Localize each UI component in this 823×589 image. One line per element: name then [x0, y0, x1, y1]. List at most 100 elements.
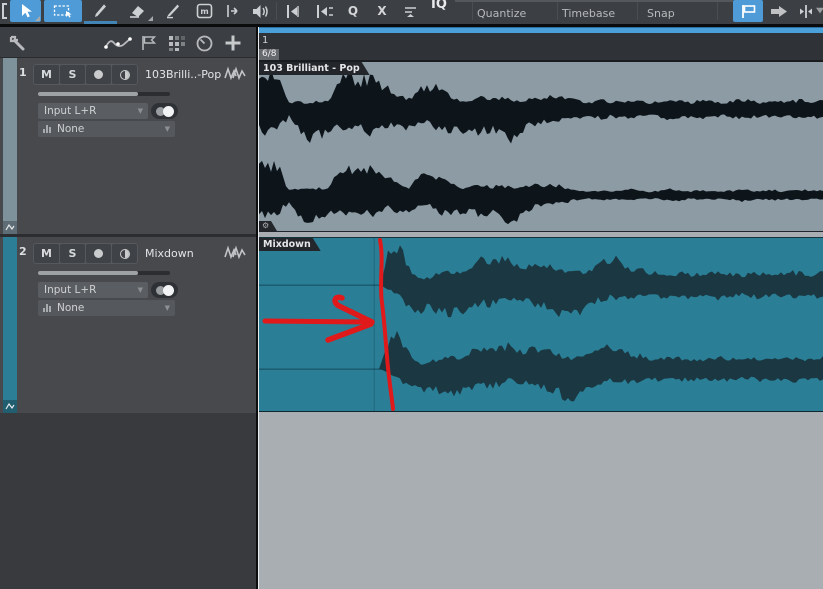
clock-icon[interactable]	[196, 35, 213, 56]
toolbar-separator	[472, 2, 473, 20]
stereo-toggle[interactable]	[151, 282, 178, 298]
solo-button[interactable]: S	[60, 244, 85, 263]
marker-flag-icon[interactable]	[140, 35, 157, 55]
track-number: 2	[19, 245, 27, 258]
volume-fill	[38, 92, 138, 96]
x-tool-glyph: X	[377, 4, 387, 18]
levels-icon	[43, 125, 51, 133]
paint-tool-button[interactable]	[85, 0, 116, 22]
bend-marker-right-button[interactable]	[312, 0, 338, 22]
track-button-group: M S	[33, 64, 138, 85]
edge-bracket-icon	[0, 0, 8, 22]
automation-badge-icon[interactable]	[3, 221, 17, 234]
record-arm-button[interactable]	[86, 244, 111, 263]
mute-tool-button[interactable]: m	[191, 0, 218, 22]
cutoff-dropdowns-strip	[455, 0, 733, 2]
insert-select-value: None	[57, 302, 85, 314]
quantize-tool-button[interactable]: Q	[341, 0, 365, 22]
quantize-dropdown-label[interactable]: Quantize	[477, 7, 526, 20]
main-toolbar: m Q X IQ Quantize Timebase Snap	[0, 0, 823, 25]
knife-tool-button[interactable]	[157, 0, 188, 22]
chevron-down-icon: ▼	[137, 107, 143, 115]
track-color-strip[interactable]	[3, 58, 17, 234]
track-number: 1	[19, 66, 27, 79]
studio-one-window: m Q X IQ Quantize Timebase Snap 1 M S 10…	[0, 0, 823, 589]
toolbar-separator	[276, 2, 277, 20]
eraser-tool-button[interactable]	[119, 0, 154, 22]
monitor-button[interactable]	[112, 244, 137, 263]
timeline-ruler[interactable]: 1 6/8	[259, 33, 823, 61]
track-header-2[interactable]: 2 M S Mixdown Input L+R ▼ None ▼	[0, 237, 256, 413]
insert-select[interactable]: None ▼	[38, 121, 175, 137]
track-header-1[interactable]: 1 M S 103Brilli..-Pop Input L+R ▼ None ▼	[0, 58, 256, 234]
wrench-icon[interactable]	[8, 34, 27, 56]
arrow-tool-button[interactable]	[10, 0, 41, 22]
solo-button[interactable]: S	[60, 65, 85, 84]
input-select[interactable]: Input L+R ▼	[38, 282, 148, 298]
monitor-icon	[119, 248, 130, 259]
chevron-down-icon: ▼	[137, 286, 143, 294]
toolbar-separator	[717, 2, 718, 20]
insert-select-value: None	[57, 123, 85, 135]
volume-slider[interactable]	[38, 271, 170, 275]
bar-number-label: 1	[262, 35, 269, 46]
layers-grid-icon[interactable]	[168, 35, 186, 55]
waveform-view-icon[interactable]	[224, 66, 246, 85]
automation-badge-icon[interactable]	[3, 400, 17, 413]
track-button-group: M S	[33, 243, 138, 264]
insert-select[interactable]: None ▼	[38, 300, 175, 316]
input-select[interactable]: Input L+R ▼	[38, 103, 148, 119]
tool-variant-corner	[35, 16, 40, 21]
input-select-value: Input L+R	[44, 105, 97, 117]
record-arm-button[interactable]	[86, 65, 111, 84]
monitor-icon	[119, 69, 130, 80]
add-track-icon[interactable]	[224, 34, 242, 56]
timestretch-button[interactable]	[794, 0, 818, 22]
waveform-track-1	[259, 69, 823, 225]
track-color-strip[interactable]	[3, 237, 17, 413]
levels-icon	[43, 304, 51, 312]
iq-label: IQ	[431, 0, 447, 12]
crossfade-tool-button[interactable]: X	[370, 0, 394, 22]
track-name[interactable]: Mixdown	[145, 247, 194, 260]
arrange-left-edge	[258, 27, 259, 589]
automation-icon[interactable]	[104, 36, 134, 55]
arrange-view[interactable]: 1 6/8 103 Brilliant - Pop ⚙ Mixdown	[259, 27, 823, 589]
waveform-view-icon[interactable]	[224, 245, 246, 264]
snap-dropdown-label[interactable]: Snap	[647, 7, 675, 20]
range-tool-button[interactable]	[44, 0, 82, 22]
clip-label[interactable]: Mixdown	[259, 238, 321, 251]
waveform-track-2	[259, 238, 823, 411]
monitor-button[interactable]	[112, 65, 137, 84]
chevron-down-icon: ▼	[164, 304, 170, 312]
bend-tool-button[interactable]	[220, 0, 246, 22]
marker-flag-button[interactable]	[733, 0, 763, 22]
input-select-value: Input L+R	[44, 284, 97, 296]
chevron-down-icon: ▼	[164, 125, 170, 133]
overflow-chevron-icon[interactable]	[816, 0, 823, 22]
audio-clip-brilliant-pop[interactable]: 103 Brilliant - Pop ⚙	[259, 61, 823, 232]
mute-tool-glyph: m	[200, 6, 209, 16]
bend-marker-left-button[interactable]	[281, 0, 307, 22]
track-list-toolbar	[0, 27, 256, 58]
volume-slider[interactable]	[38, 92, 170, 96]
toolbar-separator	[557, 2, 558, 20]
mute-button[interactable]: M	[34, 65, 59, 84]
tool-variant-corner	[148, 16, 153, 21]
record-icon	[94, 249, 103, 258]
listen-tool-button[interactable]	[247, 0, 273, 22]
track-name[interactable]: 103Brilli..-Pop	[145, 68, 221, 81]
autoscroll-button[interactable]	[766, 0, 792, 22]
q-tool-glyph: Q	[347, 4, 359, 18]
stereo-toggle[interactable]	[151, 103, 178, 119]
mute-button[interactable]: M	[34, 244, 59, 263]
clip-label[interactable]: 103 Brilliant - Pop	[259, 62, 370, 75]
track-list-panel: 1 M S 103Brilli..-Pop Input L+R ▼ None ▼…	[0, 27, 256, 589]
record-icon	[94, 70, 103, 79]
toolbar-separator	[637, 2, 638, 20]
timebase-dropdown-label[interactable]: Timebase	[562, 7, 615, 20]
arrange-empty-area[interactable]	[259, 413, 823, 589]
time-signature-badge[interactable]: 6/8	[259, 49, 280, 60]
stack-tool-button[interactable]	[398, 0, 422, 22]
audio-clip-mixdown[interactable]: Mixdown	[259, 237, 823, 412]
